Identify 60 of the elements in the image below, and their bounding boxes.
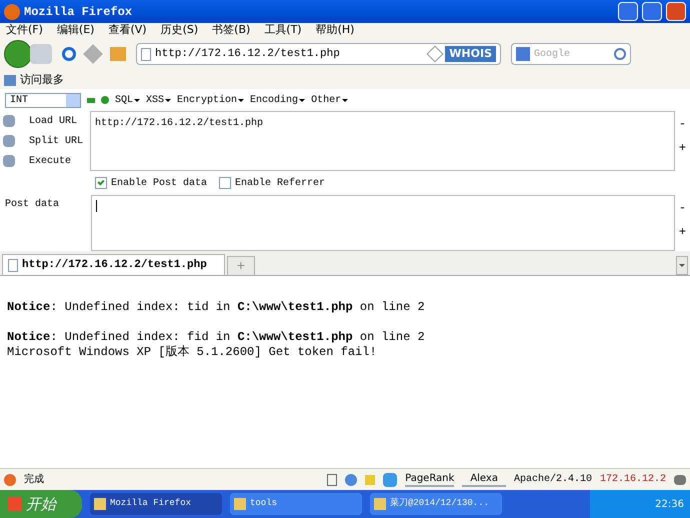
caret-icon [238,98,244,102]
alexa-meter: Alexa [462,472,506,486]
grow-button[interactable]: + [678,139,686,157]
hackbar-menu[interactable]: Encryption [177,92,238,108]
bookmark-item[interactable]: 访问最多 [20,72,64,88]
notice-message: Notice: Undefined index: fid in C:\www\test1.php on line 2 [7,330,426,345]
taskbar-button[interactable]: Mozilla Firefox [90,493,222,515]
post-data-label: Post data [5,199,60,210]
address-bar[interactable]: http://172.16.12.2/test1.php WHOIS [136,43,501,65]
hackbar-menu[interactable]: Encoding [250,92,298,108]
ip-text: 172.16.12.2 [600,473,666,487]
url-text: http://172.16.12.2/test1.php [155,46,341,62]
taskbar-button[interactable]: 菜刀@2014/12/130... [370,493,502,515]
window-title: Mozilla Firefox [24,4,132,20]
caret-icon [299,98,306,102]
hackbar-menu[interactable]: XSS [146,92,164,108]
tab-list-button[interactable] [676,256,688,275]
menu-item[interactable]: 书签(B) [212,22,250,38]
server-text: Apache/2.4.10 [514,472,592,487]
menu-item[interactable]: 文件(F) [6,22,43,38]
search-placeholder: Google [534,48,572,62]
minimize-button[interactable] [618,2,638,21]
close-button[interactable] [666,2,686,21]
notice-message: Notice: Undefined index: tid in C:\www\test1.php on line 2 [7,300,426,315]
menu-item[interactable]: 编辑(E) [56,22,94,38]
checkbox-label: Enable Post data [111,176,208,190]
action-button[interactable]: Split URL [29,134,84,148]
url-field[interactable]: http://172.16.12.2/test1.php [90,111,675,171]
browser-tab[interactable]: http://172.16.12.2/test1.php [2,254,225,275]
page-icon [141,48,151,60]
menu-item[interactable]: 历史(S) [160,22,198,38]
checkbox[interactable] [219,177,232,189]
menu-item[interactable]: 工具(T) [264,22,302,38]
caret-icon [134,98,140,102]
type-select[interactable]: INT [5,92,81,108]
shrink-button[interactable]: - [678,115,686,133]
hackbar-menu[interactable]: SQL [115,92,134,108]
minus-icon [87,98,95,102]
taskbar-button[interactable]: tools [230,493,362,515]
grow-button[interactable]: + [678,223,686,241]
clock: 22:36 [655,498,684,512]
menu-item[interactable]: 查看(V) [108,22,147,38]
whois-badge[interactable]: WHOIS [445,46,496,62]
back-button[interactable] [4,40,32,68]
menu-item[interactable]: 帮助(H) [316,22,354,38]
action-button[interactable]: Load URL [29,114,78,128]
caret-icon [342,98,348,102]
action-button[interactable]: Execute [29,154,72,168]
start-button[interactable]: 开始 [0,490,82,518]
checkbox-label: Enable Referrer [235,176,326,190]
checkbox[interactable] [95,177,107,189]
status-text: 完成 [24,472,44,487]
output-text: Microsoft Windows XP [版本 5.1.2600] Get token fail! [7,345,378,360]
maximize-button[interactable] [642,2,662,21]
hackbar-menu[interactable]: Other [311,92,342,108]
pagerank-meter: PageRank [405,472,454,486]
post-data-field[interactable] [91,195,675,251]
page-icon [327,474,338,486]
shrink-button[interactable]: - [678,199,686,217]
caret-icon [165,98,172,102]
